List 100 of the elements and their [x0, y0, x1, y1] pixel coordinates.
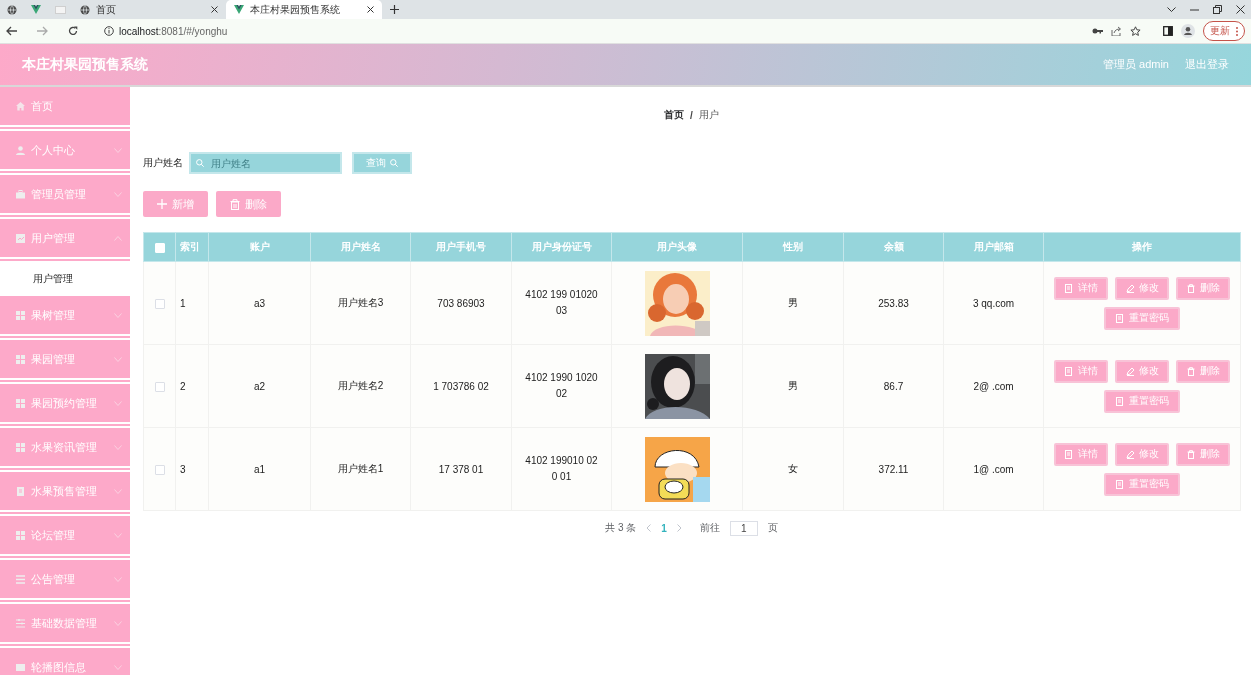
- sidebar-item[interactable]: 用户管理: [0, 219, 130, 263]
- sidebar-item[interactable]: 论坛管理: [0, 516, 130, 560]
- minimize-icon[interactable]: [1190, 8, 1199, 11]
- field-label: 用户姓名: [143, 156, 184, 170]
- delete-button[interactable]: 删除: [1176, 442, 1230, 466]
- sidebar-item[interactable]: 轮播图信息: [0, 648, 130, 675]
- table-cell: 用户姓名2: [337, 380, 384, 391]
- page-number[interactable]: 1: [661, 522, 667, 534]
- document-icon: [1064, 283, 1074, 293]
- row-checkbox[interactable]: [154, 381, 165, 392]
- sidebar-item[interactable]: 个人中心: [0, 131, 130, 175]
- back-icon[interactable]: [6, 26, 17, 36]
- reload-icon[interactable]: [68, 26, 78, 36]
- table-cell: 用户姓名1: [337, 463, 384, 474]
- search-field[interactable]: 用户姓名: [189, 152, 342, 174]
- document-icon: [1064, 449, 1074, 459]
- row-checkbox[interactable]: [154, 464, 165, 475]
- detail-button[interactable]: 详情: [1054, 442, 1108, 466]
- column-header: 用户邮箱: [973, 241, 1014, 252]
- reset-password-button[interactable]: 重置密码: [1104, 472, 1180, 496]
- page-input[interactable]: 1: [729, 520, 758, 536]
- new-tab-icon[interactable]: [389, 5, 399, 14]
- update-button[interactable]: 更新: [1203, 21, 1245, 41]
- select-all-checkbox[interactable]: [154, 242, 165, 253]
- sidebar-item[interactable]: 管理员管理: [0, 175, 130, 219]
- chevron-down-icon: [114, 444, 122, 450]
- document-icon: [1115, 313, 1125, 323]
- add-button[interactable]: 新增: [143, 191, 208, 217]
- breadcrumb-item[interactable]: 首页: [664, 108, 685, 122]
- table-cell: 女: [788, 463, 798, 474]
- sidebar-item[interactable]: 基础数据管理: [0, 604, 130, 648]
- delete-button[interactable]: 删除: [1176, 359, 1230, 383]
- table-cell: a2: [253, 380, 266, 392]
- address-field[interactable]: localhost:8081/#/yonghu: [119, 25, 228, 37]
- column-header: 用户头像: [657, 241, 697, 252]
- breadcrumb-separator: /: [690, 109, 693, 121]
- search-icon: [196, 159, 204, 167]
- browser-tab[interactable]: 首页: [72, 0, 226, 19]
- edit-button[interactable]: 修改: [1115, 442, 1169, 466]
- chevron-down-icon[interactable]: [1167, 6, 1176, 13]
- document-icon: [1064, 366, 1074, 376]
- close-icon[interactable]: [367, 6, 374, 13]
- table-cell: 3 qq.com: [972, 297, 1015, 309]
- globe-icon[interactable]: [7, 4, 17, 15]
- table-cell: 703 86903: [437, 297, 485, 309]
- table-cell: a3: [253, 297, 266, 309]
- edit-button[interactable]: 修改: [1115, 359, 1169, 383]
- breadcrumb-item: 用户: [698, 108, 719, 122]
- document-icon: [1115, 396, 1125, 406]
- column-header: 用户姓名: [340, 241, 381, 252]
- side-panel-icon[interactable]: [1163, 26, 1173, 36]
- table-cell: 2: [180, 380, 186, 392]
- sidebar-item[interactable]: 果园管理: [0, 340, 130, 384]
- share-icon[interactable]: [1111, 26, 1122, 36]
- sidebar-item[interactable]: 水果预售管理: [0, 472, 130, 516]
- chevron-down-icon: [114, 664, 122, 670]
- profile-icon[interactable]: [1181, 24, 1195, 38]
- delete-button[interactable]: 删除: [1176, 276, 1230, 300]
- reset-password-button[interactable]: 重置密码: [1104, 306, 1180, 330]
- sidebar-item[interactable]: 公告管理: [0, 560, 130, 604]
- close-icon[interactable]: [1236, 5, 1245, 14]
- menu-item-icon: [16, 145, 25, 155]
- trash-icon: [1186, 366, 1196, 376]
- trash-icon: [230, 198, 240, 210]
- column-header: 账户: [249, 241, 270, 252]
- reset-password-button[interactable]: 重置密码: [1104, 389, 1180, 413]
- row-checkbox[interactable]: [154, 298, 165, 309]
- column-header: 索引: [179, 241, 200, 252]
- chevron-down-icon: [114, 576, 122, 582]
- pencil-icon: [1125, 283, 1135, 293]
- total-count: 共 3 条: [605, 521, 637, 535]
- edit-button[interactable]: 修改: [1115, 276, 1169, 300]
- table-cell-text: 4102 199010 020 01: [524, 454, 599, 484]
- detail-button[interactable]: 详情: [1054, 359, 1108, 383]
- column-header: 用户身份证号: [531, 241, 592, 252]
- detail-button[interactable]: 详情: [1054, 276, 1108, 300]
- browser-tab[interactable]: 本庄村果园预售系统: [226, 0, 382, 19]
- sidebar-item[interactable]: 首页: [0, 87, 130, 131]
- sidebar-item[interactable]: 水果资讯管理: [0, 428, 130, 472]
- table-cell-text: 4102 1990 1020 02: [524, 371, 599, 401]
- delete-button[interactable]: 删除: [216, 191, 281, 217]
- column-header: 余额: [883, 241, 904, 252]
- table-cell: 3: [180, 463, 186, 475]
- star-icon[interactable]: [1130, 26, 1141, 36]
- menu-item-icon: [16, 486, 25, 496]
- sidebar-item[interactable]: 果园预约管理: [0, 384, 130, 428]
- sidebar-item[interactable]: 果树管理: [0, 296, 130, 340]
- search-button[interactable]: 查询: [352, 152, 412, 174]
- info-icon: [104, 26, 114, 36]
- v-logo-icon[interactable]: [31, 5, 41, 14]
- key-icon[interactable]: [1092, 26, 1103, 36]
- menu-item-icon: [16, 662, 25, 672]
- document-icon: [1115, 479, 1125, 489]
- restore-icon[interactable]: [1213, 5, 1222, 14]
- pencil-icon: [1125, 366, 1135, 376]
- logout-link[interactable]: 退出登录: [1185, 57, 1229, 72]
- menu-item-icon: [16, 442, 25, 452]
- goto-label: 前往: [699, 521, 720, 535]
- close-icon[interactable]: [211, 6, 218, 13]
- table-cell: 253.83: [878, 297, 909, 309]
